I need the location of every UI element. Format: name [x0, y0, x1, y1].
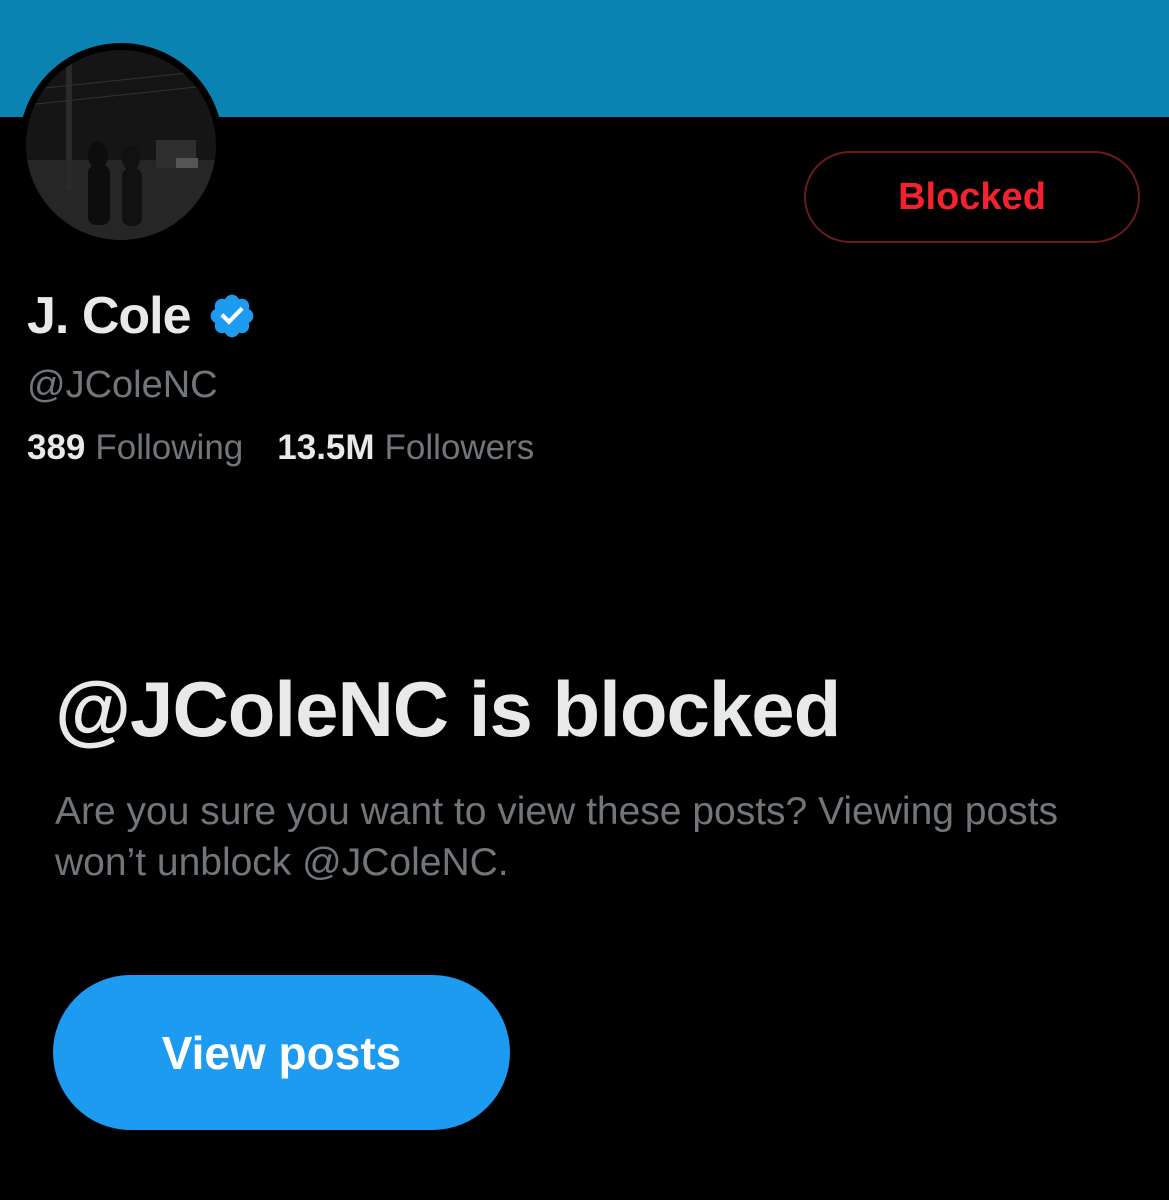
display-name: J. Cole	[27, 287, 191, 345]
followers-count: 13.5M	[277, 428, 375, 467]
blocked-heading: @JColeNC is blocked	[55, 665, 841, 753]
view-posts-button[interactable]: View posts	[53, 975, 510, 1130]
profile-handle: @JColeNC	[27, 364, 218, 406]
followers-label: Followers	[384, 428, 535, 467]
avatar-image	[26, 50, 216, 240]
blocked-description: Are you sure you want to view these post…	[55, 790, 1058, 884]
profile-stats: 389 Following 13.5M Followers	[27, 428, 568, 468]
following-label: Following	[95, 428, 244, 467]
verified-check-icon[interactable]	[207, 291, 257, 341]
following-stat[interactable]: 389 Following	[27, 428, 243, 468]
blocked-button[interactable]: Blocked	[804, 151, 1140, 243]
following-count: 389	[27, 428, 86, 467]
avatar[interactable]	[19, 43, 223, 247]
display-name-row: J. Cole	[27, 284, 257, 348]
followers-stat[interactable]: 13.5M Followers	[277, 428, 534, 468]
